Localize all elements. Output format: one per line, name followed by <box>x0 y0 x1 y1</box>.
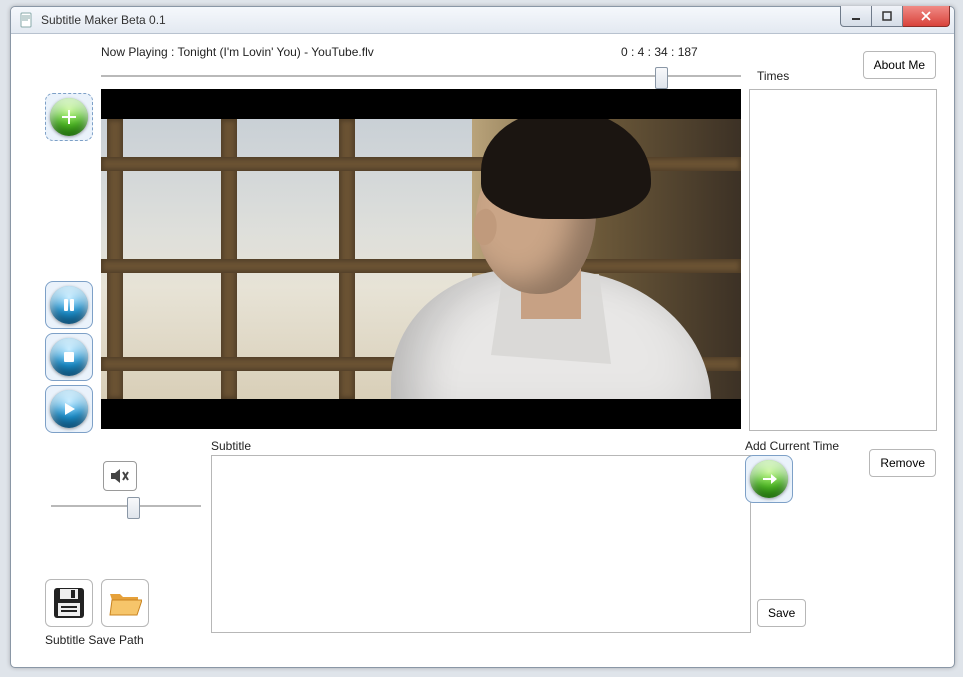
folder-open-icon <box>108 588 142 618</box>
about-button[interactable]: About Me <box>863 51 936 79</box>
subtitle-textarea[interactable] <box>211 455 751 633</box>
open-folder-button[interactable] <box>101 579 149 627</box>
video-preview <box>101 89 741 429</box>
times-label: Times <box>757 69 789 83</box>
pause-icon <box>50 286 88 324</box>
subtitle-save-path-label: Subtitle Save Path <box>45 633 144 647</box>
save-path-button[interactable] <box>45 579 93 627</box>
seek-slider[interactable] <box>101 65 741 87</box>
add-current-time-button[interactable] <box>745 455 793 503</box>
minimize-button[interactable] <box>840 6 872 27</box>
subtitle-label: Subtitle <box>211 439 251 453</box>
add-button[interactable] <box>45 93 93 141</box>
stop-button[interactable] <box>45 333 93 381</box>
video-frame <box>101 119 741 399</box>
app-window: Subtitle Maker Beta 0.1 Now Playing : To… <box>10 6 955 668</box>
app-icon <box>19 12 35 28</box>
titlebar[interactable]: Subtitle Maker Beta 0.1 <box>11 7 954 34</box>
floppy-icon <box>52 586 86 620</box>
play-button[interactable] <box>45 385 93 433</box>
arrow-right-icon <box>750 460 788 498</box>
save-button[interactable]: Save <box>757 599 806 627</box>
remove-button[interactable]: Remove <box>869 449 936 477</box>
now-playing-label: Now Playing : Tonight (I'm Lovin' You) -… <box>101 45 374 59</box>
timecode-label: 0 : 4 : 34 : 187 <box>621 45 698 59</box>
add-current-time-label: Add Current Time <box>745 439 839 453</box>
play-icon <box>50 390 88 428</box>
volume-slider[interactable] <box>51 495 201 517</box>
client-area: Now Playing : Tonight (I'm Lovin' You) -… <box>21 41 944 657</box>
maximize-button[interactable] <box>872 6 903 27</box>
mute-button[interactable] <box>103 461 137 491</box>
times-listbox[interactable] <box>749 89 937 431</box>
pause-button[interactable] <box>45 281 93 329</box>
stop-icon <box>50 338 88 376</box>
window-title: Subtitle Maker Beta 0.1 <box>41 13 954 27</box>
plus-icon <box>50 98 88 136</box>
close-button[interactable] <box>903 6 950 27</box>
mute-icon <box>110 468 130 484</box>
